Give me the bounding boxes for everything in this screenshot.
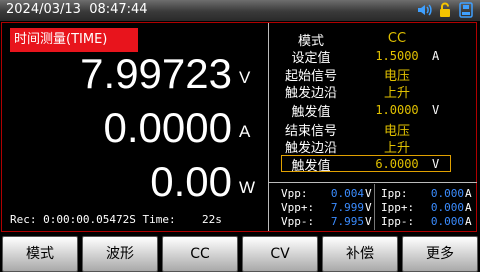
vpp-minus-value: 7.995 — [330, 215, 364, 228]
softkey-mode[interactable]: 模式 — [2, 236, 78, 272]
param-label-setpoint[interactable]: 设定值 — [272, 47, 350, 66]
voltage-unit: V — [239, 68, 251, 87]
vpp-minus-unit: V — [365, 215, 372, 228]
ipp-minus-unit: A — [465, 215, 472, 228]
vpp-unit: V — [365, 187, 372, 200]
mode-badge[interactable]: 时间测量(TIME) — [10, 28, 138, 52]
stats-column-divider — [374, 184, 375, 230]
vpp-plus-unit: V — [365, 201, 372, 214]
param-value-start-edge[interactable]: 上升 — [366, 82, 428, 101]
softkey-more[interactable]: 更多 — [402, 236, 478, 272]
param-value-mode[interactable]: CC — [366, 31, 428, 46]
vpp-plus-value: 7.999 — [330, 201, 364, 214]
softkey-waveform[interactable]: 波形 — [82, 236, 158, 272]
current-unit: A — [239, 122, 251, 141]
record-time-line: Rec: 0:00:00.05472S Time: 22s — [10, 213, 222, 226]
param-label-end-edge[interactable]: 触发边沿 — [272, 137, 350, 156]
softkey-compensation[interactable]: 补偿 — [322, 236, 398, 272]
power-unit: W — [239, 178, 256, 197]
vpp-minus-label: Vpp-: — [281, 215, 315, 228]
ipp-label: Ipp: — [381, 187, 408, 200]
stats-separator — [269, 182, 477, 183]
param-value-end-edge[interactable]: 上升 — [366, 137, 428, 156]
ipp-plus-unit: A — [465, 201, 472, 214]
vpp-label: Vpp: — [281, 187, 308, 200]
param-label-start-edge[interactable]: 触发边沿 — [272, 82, 350, 101]
datetime-display: 2024/03/13 08:47:44 — [6, 2, 148, 17]
param-value-start-trigger[interactable]: 1.0000 — [366, 103, 428, 117]
softkey-cv[interactable]: CV — [242, 236, 318, 272]
param-value-setpoint[interactable]: 1.5000 — [366, 49, 428, 63]
ipp-unit: A — [465, 187, 472, 200]
param-unit-start-trigger: V — [432, 103, 440, 117]
voltage-readout: 7.99723 — [80, 50, 232, 97]
save-icon[interactable] — [458, 2, 474, 18]
vpp-value: 0.004 — [330, 187, 364, 200]
current-readout: 0.0000 — [103, 104, 232, 151]
param-label-end-trigger[interactable]: 触发值 — [272, 155, 350, 174]
param-value-end-trigger[interactable]: 6.0000 — [366, 157, 428, 171]
vpp-plus-label: Vpp+: — [281, 201, 315, 214]
softkey-cc[interactable]: CC — [162, 236, 238, 272]
panel-divider — [268, 23, 269, 231]
param-unit-setpoint: A — [432, 49, 440, 63]
param-label-start-trigger[interactable]: 触发值 — [272, 101, 350, 120]
ipp-plus-value: 0.000 — [430, 201, 464, 214]
ipp-plus-label: Ipp+: — [381, 201, 415, 214]
param-unit-end-trigger: V — [432, 157, 440, 171]
unlock-icon[interactable] — [437, 2, 453, 18]
ipp-value: 0.000 — [430, 187, 464, 200]
power-readout: 0.00 — [150, 158, 232, 205]
ipp-minus-value: 0.000 — [430, 215, 464, 228]
speaker-icon[interactable] — [416, 2, 432, 18]
ipp-minus-label: Ipp-: — [381, 215, 415, 228]
